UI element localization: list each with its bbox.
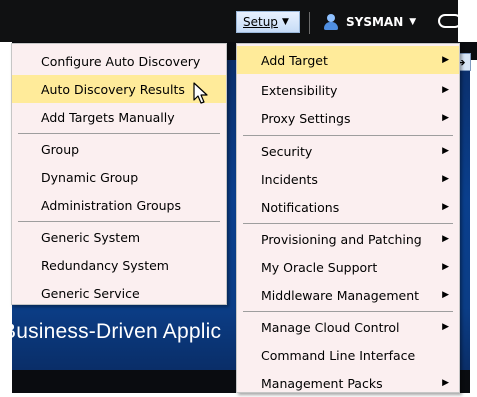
menu-item-extensibility[interactable]: Extensibility ▶	[237, 76, 459, 104]
menu-item-middleware-management[interactable]: Middleware Management ▶	[237, 281, 459, 309]
banner-text: Business-Driven Applic	[2, 320, 222, 343]
menu-item-dynamic-group[interactable]: Dynamic Group	[12, 163, 226, 191]
chevron-right-icon: ▶	[442, 55, 449, 65]
menu-item-label: Configure Auto Discovery	[41, 53, 201, 69]
menu-item-generic-service[interactable]: Generic Service	[12, 279, 226, 307]
menu-item-my-oracle-support[interactable]: My Oracle Support ▶	[237, 253, 459, 281]
user-label: SYSMAN	[346, 15, 404, 29]
menu-item-command-line-interface[interactable]: Command Line Interface	[237, 341, 459, 369]
menu-item-label: Auto Discovery Results	[41, 81, 185, 97]
right-edge	[470, 60, 477, 393]
menu-item-label: Notifications	[261, 199, 340, 215]
chevron-right-icon: ▶	[442, 146, 449, 156]
chevron-right-icon: ▶	[442, 234, 449, 244]
menu-separator	[243, 223, 453, 224]
menu-item-label: Incidents	[261, 171, 318, 187]
menu-item-manage-cloud-control[interactable]: Manage Cloud Control ▶	[237, 313, 459, 341]
menu-item-label: Provisioning and Patching	[261, 231, 422, 247]
menu-item-provisioning-and-patching[interactable]: Provisioning and Patching ▶	[237, 225, 459, 253]
menu-item-label: Add Targets Manually	[41, 109, 175, 125]
menu-separator	[243, 135, 453, 136]
menu-item-label: Administration Groups	[41, 197, 182, 213]
menu-item-label: My Oracle Support	[261, 259, 378, 275]
menu-item-label: Add Target	[261, 52, 328, 68]
chevron-right-icon: ▶	[442, 113, 449, 123]
menu-item-notifications[interactable]: Notifications ▶	[237, 193, 459, 221]
chevron-right-icon: ▶	[442, 85, 449, 95]
chevron-right-icon: ▶	[442, 322, 449, 332]
menu-item-configure-auto-discovery[interactable]: Configure Auto Discovery	[12, 47, 226, 75]
chevron-right-icon: ▶	[442, 174, 449, 184]
setup-menu-button[interactable]: Setup ▼	[236, 11, 300, 33]
menu-item-label: Group	[41, 141, 80, 157]
menu-item-label: Manage Cloud Control	[261, 319, 400, 335]
pointer-cursor-icon	[193, 82, 208, 104]
pill-icon[interactable]	[438, 14, 462, 28]
menu-item-label: Generic System	[41, 229, 141, 245]
menu-item-label: Generic Service	[41, 285, 140, 301]
toolbar-divider	[309, 12, 310, 34]
menu-separator	[18, 133, 220, 134]
menu-item-label: Redundancy System	[41, 257, 169, 273]
menu-item-label: Command Line Interface	[261, 347, 416, 363]
chevron-right-icon: ▶	[442, 290, 449, 300]
menu-item-generic-system[interactable]: Generic System	[12, 223, 226, 251]
chevron-right-icon: ▶	[442, 262, 449, 272]
chevron-right-icon: ▶	[442, 202, 449, 212]
menu-item-administration-groups[interactable]: Administration Groups	[12, 191, 226, 219]
menu-item-security[interactable]: Security ▶	[237, 137, 459, 165]
chevron-down-icon: ▼	[281, 17, 289, 27]
menu-separator	[18, 221, 220, 222]
menu-item-group[interactable]: Group	[12, 135, 226, 163]
setup-dropdown-menu: Add Target ▶ Extensibility ▶ Proxy Setti…	[236, 43, 460, 393]
user-icon	[322, 13, 340, 31]
menu-item-redundancy-system[interactable]: Redundancy System	[12, 251, 226, 279]
menu-item-incidents[interactable]: Incidents ▶	[237, 165, 459, 193]
menu-item-label: Security	[261, 143, 313, 159]
menu-item-add-target[interactable]: Add Target ▶	[237, 46, 459, 74]
chevron-down-icon: ▼	[409, 17, 417, 27]
user-menu-button[interactable]: SYSMAN ▼	[322, 11, 416, 33]
menu-item-label: Extensibility	[261, 82, 338, 98]
setup-label: Setup	[243, 15, 278, 29]
menu-item-label: Management Packs	[261, 375, 383, 391]
menu-separator	[243, 311, 453, 312]
chevron-right-icon: ▶	[442, 378, 449, 388]
menu-item-label: Proxy Settings	[261, 110, 351, 126]
menu-item-label: Dynamic Group	[41, 169, 139, 185]
menu-item-proxy-settings[interactable]: Proxy Settings ▶	[237, 104, 459, 132]
menu-item-label: Middleware Management	[261, 287, 420, 303]
menu-item-add-targets-manually[interactable]: Add Targets Manually	[12, 103, 226, 131]
